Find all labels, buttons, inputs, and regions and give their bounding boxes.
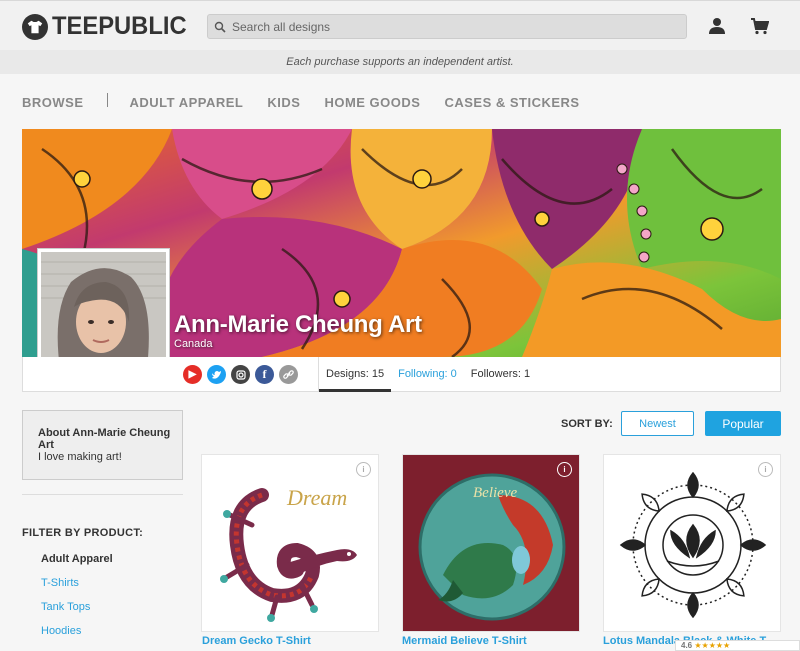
product-card[interactable]: Dream i: [201, 454, 379, 632]
profile-location: Canada: [174, 338, 213, 350]
search-bar[interactable]: [207, 14, 687, 39]
mermaid-believe-artwork: Believe: [403, 455, 579, 631]
about-title: About Ann-Marie Cheung Art: [38, 427, 171, 451]
social-links: ▶ f: [183, 365, 303, 384]
rating-stars: ★★★★★: [694, 641, 731, 650]
svg-text:Believe: Believe: [473, 485, 517, 501]
tshirt-logo-icon: [22, 13, 48, 40]
sort-popular-button[interactable]: Popular: [705, 411, 781, 436]
main-nav: BROWSE ADULT APPAREL KIDS HOME GOODS CAS…: [22, 92, 580, 110]
logo-text: TEEPUBLIC: [52, 12, 187, 40]
profile-bar: ▶ f Designs: 15 Following: 0 Followers: …: [22, 357, 781, 392]
search-icon: [214, 21, 226, 33]
filter-hoodies[interactable]: Hoodies: [41, 625, 113, 649]
profile-stats: Designs: 15 Following: 0 Followers: 1: [319, 357, 537, 392]
nav-cases-stickers[interactable]: CASES & STICKERS: [444, 95, 579, 110]
site-header: TEEPUBLIC: [0, 0, 800, 50]
nav-divider: [106, 92, 108, 107]
filter-t-shirts[interactable]: T-Shirts: [41, 577, 113, 601]
rating-score: 4.6: [681, 641, 693, 650]
site-logo[interactable]: TEEPUBLIC: [22, 12, 194, 41]
profile-name: Ann-Marie Cheung Art: [174, 311, 422, 338]
instagram-icon[interactable]: [231, 365, 250, 384]
tab-designs[interactable]: Designs: 15: [319, 357, 392, 392]
tab-followers[interactable]: Followers: 1: [464, 357, 537, 392]
search-input[interactable]: [232, 19, 672, 34]
nav-kids[interactable]: KIDS: [267, 95, 300, 110]
shopping-cart-icon[interactable]: [751, 18, 769, 35]
sort-label: SORT BY:: [561, 418, 613, 430]
twitter-icon[interactable]: [207, 365, 226, 384]
link-icon[interactable]: [279, 365, 298, 384]
info-icon[interactable]: i: [557, 462, 572, 477]
nav-browse[interactable]: BROWSE: [22, 95, 84, 110]
tagline: Each purchase supports an independent ar…: [0, 50, 800, 74]
product-card[interactable]: i: [603, 454, 781, 632]
filter-list: Adult Apparel T-Shirts Tank Tops Hoodies: [41, 553, 113, 649]
dream-gecko-artwork: Dream: [202, 455, 378, 631]
lotus-mandala-artwork: [604, 455, 780, 631]
product-title[interactable]: Dream Gecko T-Shirt: [202, 635, 380, 647]
user-account-icon[interactable]: [708, 17, 726, 35]
info-icon[interactable]: i: [356, 462, 371, 477]
nav-adult-apparel[interactable]: ADULT APPAREL: [130, 95, 244, 110]
about-box: About Ann-Marie Cheung Art I love making…: [22, 410, 183, 480]
sort-newest-button[interactable]: Newest: [621, 411, 694, 436]
nav-home-goods[interactable]: HOME GOODS: [324, 95, 420, 110]
site-rating-badge[interactable]: 4.6 ★★★★★: [675, 640, 800, 651]
info-icon[interactable]: i: [758, 462, 773, 477]
product-title[interactable]: Mermaid Believe T-Shirt: [402, 635, 580, 647]
youtube-icon[interactable]: ▶: [183, 365, 202, 384]
product-card[interactable]: Believe i: [402, 454, 580, 632]
svg-text:Dream: Dream: [286, 485, 347, 510]
facebook-icon[interactable]: f: [255, 365, 274, 384]
about-text: I love making art!: [38, 451, 122, 463]
filter-title: FILTER BY PRODUCT:: [22, 527, 144, 539]
tab-following[interactable]: Following: 0: [391, 357, 464, 392]
filter-adult-apparel[interactable]: Adult Apparel: [41, 553, 113, 577]
filter-tank-tops[interactable]: Tank Tops: [41, 601, 113, 625]
sidebar-divider: [22, 494, 183, 495]
